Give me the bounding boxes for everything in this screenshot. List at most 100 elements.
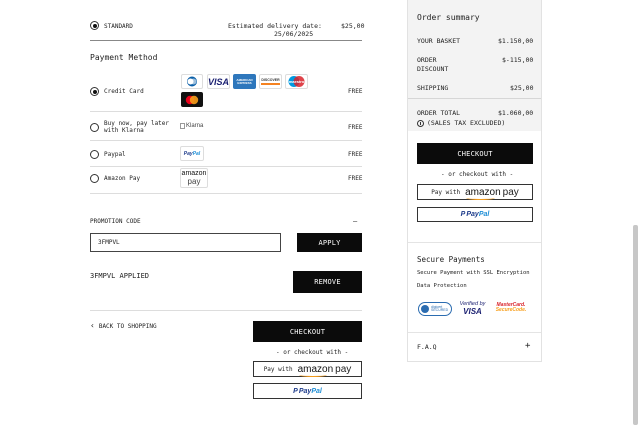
shipping-divider [90,40,362,41]
credit-card-divider [90,111,362,112]
or-checkout-with-sidebar: - or checkout with - [441,171,514,178]
apply-button[interactable]: APPLY [297,233,362,252]
klarna-radio[interactable] [90,123,99,132]
klarna-logo-alt: Klarna [186,123,204,129]
summary-discount-value: $-115,00 [502,56,534,64]
verified-visa-text: VISA [463,306,482,316]
maestro-text: maestro [288,79,305,84]
paypal-sidebar-pal: Pal [478,211,490,218]
checkout-button-sidebar[interactable]: CHECKOUT [417,143,533,164]
promotion-code-input[interactable]: 3FMPVL [90,233,281,252]
amazon-pay-prefix-main: Pay with [263,365,293,373]
secure-payments-divider [408,242,541,243]
amazon-pay-word-sidebar: pay [502,186,519,198]
amazon-pay-price: FREE [348,175,363,182]
verified-by-visa-badge-icon: Verified by VISA [455,301,490,318]
klarna-price: FREE [348,124,363,131]
plus-icon: + [525,341,531,351]
klarna-label-line2: with Klarna [104,127,144,134]
mastercard-icon [181,92,203,107]
info-circle-dot [420,121,421,125]
summary-total-value: $1.060,00 [498,109,534,117]
amazon-logo-pay: pay [187,176,201,186]
paypal-radio[interactable] [90,150,99,159]
credit-card-radio[interactable] [90,87,99,96]
paypal-main-pay: Pay [298,387,312,395]
amazon-logo-main: amazon [298,364,333,377]
info-circle-icon[interactable] [417,119,424,127]
amazon-pay-button-main[interactable]: Pay with amazon pay [253,361,362,377]
remove-promotion-button[interactable]: REMOVE [293,271,362,293]
paypal-button-main[interactable]: P PayPal [253,383,362,399]
delivery-estimate-label: Estimated delivery date: [228,22,322,30]
summary-total-label: ORDER TOTAL [417,109,461,117]
paypal-word-pay: Pay [183,150,193,157]
credit-card-label: Credit Card [104,88,144,95]
summary-basket-value: $1.150,00 [498,37,534,45]
paypal-monogram-icon: P [460,211,466,218]
amazon-pay-icon: amazon pay [180,168,208,188]
amazon-pay-divider [90,193,362,194]
page-scrollbar-thumb[interactable] [633,225,638,425]
paypal-monogram-icon: P [293,387,298,395]
back-to-shopping-label: BACK TO SHOPPING [98,322,157,330]
klarna-divider [90,140,362,141]
shipping-price: $25,00 [341,22,365,30]
visa-text: VISA [208,76,230,87]
promotion-applied-text: 3FMPVL APPLIED [90,272,150,280]
payment-method-title: Payment Method [90,53,158,62]
paypal-divider [90,166,362,167]
amazon-pay-prefix-sidebar: Pay with [431,188,461,196]
order-summary-title: Order summary [417,13,480,22]
mastercard-securecode-badge-icon: MasterCard. SecureCode. [493,302,529,318]
checkout-button-main[interactable]: CHECKOUT [253,321,362,342]
amazon-pay-word-main: pay [335,363,352,375]
digicert-secured-text: SECURED [431,308,449,312]
promotion-divider [90,310,362,311]
broken-image-icon [180,123,185,129]
amazon-smile-icon [466,196,495,200]
klarna-logo-broken: Klarna [180,123,203,129]
amazon-smile-icon [298,373,328,377]
visa-icon: VISA [207,74,230,89]
amazon-pay-button-sidebar[interactable]: Pay with amazon pay [417,184,533,200]
securecode-badge-text: SecureCode. [495,307,527,314]
shipping-standard-radio[interactable] [90,21,99,30]
summary-shipping-value: $25,00 [510,84,534,92]
amazon-logo-sidebar: amazon [465,187,501,200]
back-to-shopping-link[interactable]: ‹ BACK TO SHOPPING [90,322,157,330]
summary-shipping-label: SHIPPING [417,84,449,92]
tax-note: (SALES TAX EXCLUDED) [427,119,506,127]
diners-icon [181,74,203,89]
klarna-label-line1: Buy now, pay later [104,120,170,127]
secure-payments-line2: Data Protection [417,283,467,289]
secure-payments-line1: Secure Payment with SSL Encryption [417,270,530,276]
paypal-price: FREE [348,151,363,158]
amex-text: AMERICAN EXPRESS [236,77,253,85]
paypal-icon: PayPal [180,146,204,161]
paypal-label: Paypal [104,151,126,158]
summary-discount-label-line1: ORDER [417,56,437,64]
maestro-icon: maestro [285,74,308,89]
tax-info: (SALES TAX EXCLUDED) [417,119,505,127]
discover-stripe [261,83,280,85]
amazon-pay-radio[interactable] [90,174,99,183]
paypal-main-pal: Pal [311,387,322,395]
summary-total-divider [408,98,541,99]
shipping-option-label: STANDARD [104,23,133,30]
discover-text: DISCOVER [261,78,280,82]
delivery-estimate-date: 25/06/2025 [274,30,314,38]
chevron-left-icon: ‹ [90,321,95,330]
promotion-collapse-toggle[interactable]: — [353,217,357,225]
amazon-pay-label: Amazon Pay [104,175,141,182]
paypal-button-sidebar[interactable]: P PayPal [417,207,533,222]
lock-icon [421,305,429,313]
promotion-code-value: 3FMPVL [98,239,120,246]
discover-icon: DISCOVER [259,74,282,89]
or-checkout-with-main: - or checkout with - [276,349,349,356]
credit-card-price: FREE [348,88,363,95]
faq-toggle[interactable]: F.A.Q + [408,333,541,361]
digicert-badge-icon: digicert SECURED [418,302,452,316]
paypal-sidebar-pay: Pay [466,211,479,218]
summary-basket-label: YOUR BASKET [417,37,461,45]
